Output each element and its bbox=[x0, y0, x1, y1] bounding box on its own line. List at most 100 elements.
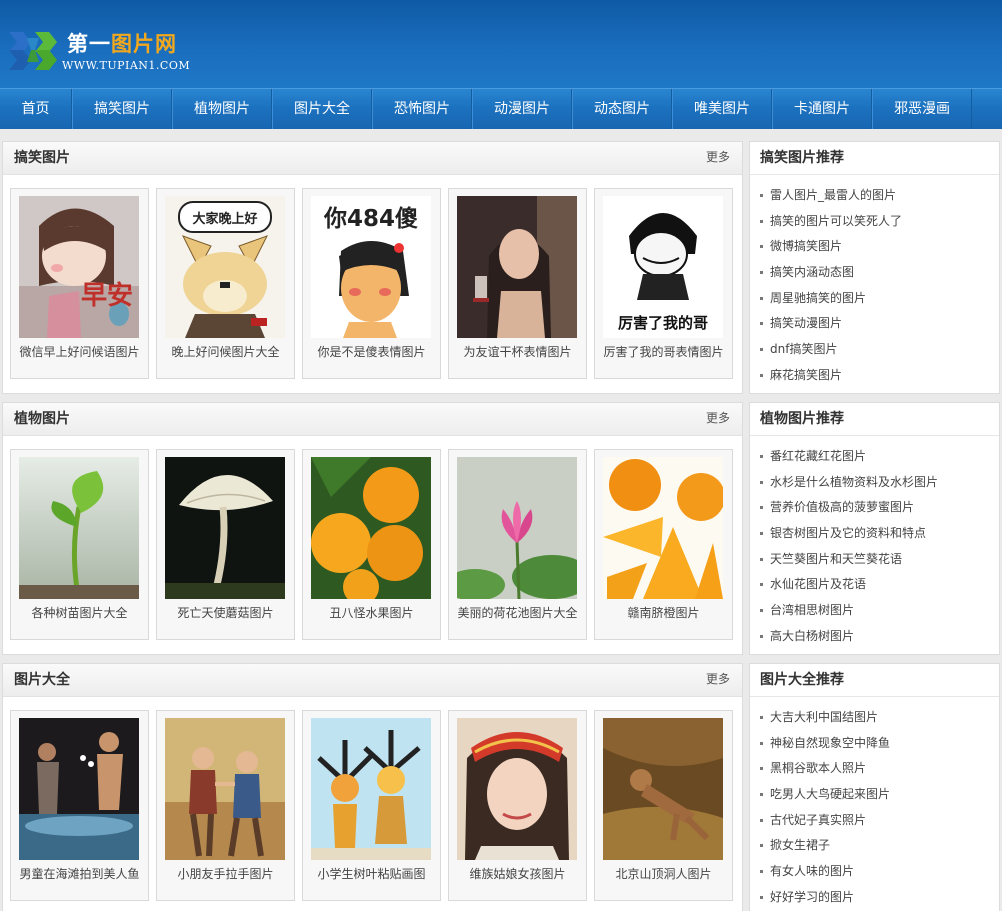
thumbnail-image bbox=[457, 196, 577, 338]
more-link[interactable]: 更多 bbox=[706, 403, 730, 434]
more-link[interactable]: 更多 bbox=[706, 142, 730, 173]
nav-item-aesthetic[interactable]: 唯美图片 bbox=[672, 89, 772, 129]
sidebar-link[interactable]: 台湾相思树图片 bbox=[760, 598, 999, 624]
section-header: 搞笑图片 更多 bbox=[3, 142, 742, 175]
image-card[interactable]: 为友谊干杯表情图片 bbox=[448, 188, 587, 379]
bullet-icon bbox=[760, 348, 763, 352]
nav-item-cartoon[interactable]: 卡通图片 bbox=[772, 89, 872, 129]
section-title: 搞笑图片 bbox=[14, 150, 70, 166]
sidebar-link[interactable]: 麻花搞笑图片 bbox=[760, 363, 999, 389]
nav-item-funny[interactable]: 搞笑图片 bbox=[72, 89, 172, 129]
logo-title: 第一图片网 bbox=[67, 32, 177, 56]
image-card[interactable]: 死亡天使蘑菇图片 bbox=[156, 449, 295, 640]
more-link[interactable]: 更多 bbox=[706, 664, 730, 695]
nav-item-plants[interactable]: 植物图片 bbox=[172, 89, 272, 129]
section-gallery: 图片大全 更多 男童在海滩拍到美人鱼 小朋友手拉手图片 小学生树叶粘贴画图 维族… bbox=[2, 663, 743, 911]
thumbnail-image bbox=[165, 457, 285, 599]
thumbnail-image bbox=[603, 718, 723, 860]
bullet-icon bbox=[760, 296, 763, 300]
section-plants: 植物图片 更多 各种树苗图片大全 死亡天使蘑菇图片 丑八怪水果图片 美丽的荷花池… bbox=[2, 402, 743, 655]
bullet-icon bbox=[760, 844, 763, 848]
bullet-icon bbox=[760, 506, 763, 510]
image-card[interactable]: 小学生树叶粘贴画图 bbox=[302, 710, 441, 901]
sidebar-link[interactable]: 黑桐谷歌本人照片 bbox=[760, 756, 999, 782]
sidebar-link[interactable]: 搞笑内涵动态图 bbox=[760, 260, 999, 286]
sidebar-link[interactable]: 番红花藏红花图片 bbox=[760, 444, 999, 470]
image-card[interactable]: 厉害了我的哥 厉害了我的哥表情图片 bbox=[594, 188, 733, 379]
sidebar-list: 雷人图片_最雷人的图片 搞笑的图片可以笑死人了 微博搞笑图片 搞笑内涵动态图 周… bbox=[750, 175, 999, 389]
section-title: 图片大全 bbox=[14, 672, 70, 688]
sidebar-link[interactable]: 水仙花图片及花语 bbox=[760, 572, 999, 598]
bullet-icon bbox=[760, 219, 763, 223]
section-title: 植物图片 bbox=[14, 411, 70, 427]
sidebar-link[interactable]: dnf搞笑图片 bbox=[760, 337, 999, 363]
thumbnail-image bbox=[457, 718, 577, 860]
thumbnail-image: 大家晚上好 bbox=[165, 196, 285, 338]
bullet-icon bbox=[760, 557, 763, 561]
sidebar-list: 大吉大利中国结图片 神秘自然现象空中降鱼 黑桐谷歌本人照片 吃男人大鸟硬起来图片… bbox=[750, 697, 999, 911]
nav-item-anime[interactable]: 动漫图片 bbox=[472, 89, 572, 129]
image-caption: 你是不是傻表情图片 bbox=[317, 345, 426, 359]
sidebar-link[interactable]: 好好学习的图片 bbox=[760, 885, 999, 911]
logo-url: WWW.TUPIAN1.COM bbox=[62, 59, 191, 72]
image-card[interactable]: 美丽的荷花池图片大全 bbox=[448, 449, 587, 640]
sidebar-link[interactable]: 微博搞笑图片 bbox=[760, 234, 999, 260]
sidebar-link[interactable]: 雷人图片_最雷人的图片 bbox=[760, 183, 999, 209]
sidebar-funny-recommend: 搞笑图片推荐 雷人图片_最雷人的图片 搞笑的图片可以笑死人了 微博搞笑图片 搞笑… bbox=[749, 141, 1000, 394]
bullet-icon bbox=[760, 532, 763, 536]
section-header: 植物图片 更多 bbox=[3, 403, 742, 436]
bullet-icon bbox=[760, 480, 763, 484]
image-caption: 晚上好问候图片大全 bbox=[171, 345, 280, 359]
image-card[interactable]: 赣南脐橙图片 bbox=[594, 449, 733, 640]
sidebar-link[interactable]: 古代妃子真实照片 bbox=[760, 808, 999, 834]
nav-item-comics[interactable]: 邪恶漫画 bbox=[872, 89, 972, 129]
image-caption: 小朋友手拉手图片 bbox=[177, 867, 274, 881]
nav-item-gallery[interactable]: 图片大全 bbox=[272, 89, 372, 129]
sidebar-link[interactable]: 有女人味的图片 bbox=[760, 859, 999, 885]
sidebar-link[interactable]: 神秘自然现象空中降鱼 bbox=[760, 731, 999, 757]
sidebar-link[interactable]: 天竺葵图片和天竺葵花语 bbox=[760, 547, 999, 573]
sidebar-title: 图片大全推荐 bbox=[750, 664, 999, 697]
bullet-icon bbox=[760, 895, 763, 899]
thumbnail-image bbox=[603, 457, 723, 599]
sidebar-link[interactable]: 吃男人大鸟硬起来图片 bbox=[760, 782, 999, 808]
main-nav: 首页 搞笑图片 植物图片 图片大全 恐怖图片 动漫图片 动态图片 唯美图片 卡通… bbox=[0, 88, 1002, 129]
sidebar-title: 搞笑图片推荐 bbox=[750, 142, 999, 175]
image-grid: 早安 微信早上好问候语图片 大家晚上好 晚上好问候图片大全 你484傻 你是不是… bbox=[10, 188, 740, 379]
sidebar-link[interactable]: 高大白杨树图片 bbox=[760, 624, 999, 650]
image-caption: 丑八怪水果图片 bbox=[329, 606, 414, 620]
sidebar-link[interactable]: 搞笑动漫图片 bbox=[760, 311, 999, 337]
image-card[interactable]: 维族姑娘女孩图片 bbox=[448, 710, 587, 901]
image-card[interactable]: 各种树苗图片大全 bbox=[10, 449, 149, 640]
bullet-icon bbox=[760, 716, 763, 719]
image-card[interactable]: 你484傻 你是不是傻表情图片 bbox=[302, 188, 441, 379]
image-caption: 北京山顶洞人图片 bbox=[615, 867, 712, 881]
thumbnail-image: 早安 bbox=[19, 196, 139, 338]
sidebar-link[interactable]: 搞笑的图片可以笑死人了 bbox=[760, 209, 999, 235]
sidebar-link[interactable]: 银杏树图片及它的资料和特点 bbox=[760, 521, 999, 547]
image-card[interactable]: 丑八怪水果图片 bbox=[302, 449, 441, 640]
image-card[interactable]: 大家晚上好 晚上好问候图片大全 bbox=[156, 188, 295, 379]
sidebar-link[interactable]: 大吉大利中国结图片 bbox=[760, 705, 999, 731]
nav-item-horror[interactable]: 恐怖图片 bbox=[372, 89, 472, 129]
logo-mark-icon bbox=[9, 32, 57, 70]
site-logo[interactable]: 第一图片网 WWW.TUPIAN1.COM bbox=[7, 26, 197, 76]
nav-item-animated[interactable]: 动态图片 bbox=[572, 89, 672, 129]
bullet-icon bbox=[760, 322, 763, 326]
image-card[interactable]: 小朋友手拉手图片 bbox=[156, 710, 295, 901]
image-caption: 微信早上好问候语图片 bbox=[19, 345, 140, 359]
sidebar-link[interactable]: 掀女生裙子 bbox=[760, 833, 999, 859]
bullet-icon bbox=[760, 609, 763, 613]
sidebar-link[interactable]: 水杉是什么植物资料及水杉图片 bbox=[760, 470, 999, 496]
image-card[interactable]: 男童在海滩拍到美人鱼 bbox=[10, 710, 149, 901]
thumbnail-image bbox=[311, 457, 431, 599]
image-card[interactable]: 北京山顶洞人图片 bbox=[594, 710, 733, 901]
nav-item-home[interactable]: 首页 bbox=[0, 89, 72, 129]
bullet-icon bbox=[760, 455, 763, 458]
thumbnail-overlay-text: 大家晚上好 bbox=[192, 211, 257, 227]
bullet-icon bbox=[760, 767, 763, 771]
image-caption: 维族姑娘女孩图片 bbox=[469, 867, 566, 881]
image-card[interactable]: 早安 微信早上好问候语图片 bbox=[10, 188, 149, 379]
sidebar-link[interactable]: 营养价值极高的菠萝蜜图片 bbox=[760, 495, 999, 521]
sidebar-link[interactable]: 周星驰搞笑的图片 bbox=[760, 286, 999, 312]
